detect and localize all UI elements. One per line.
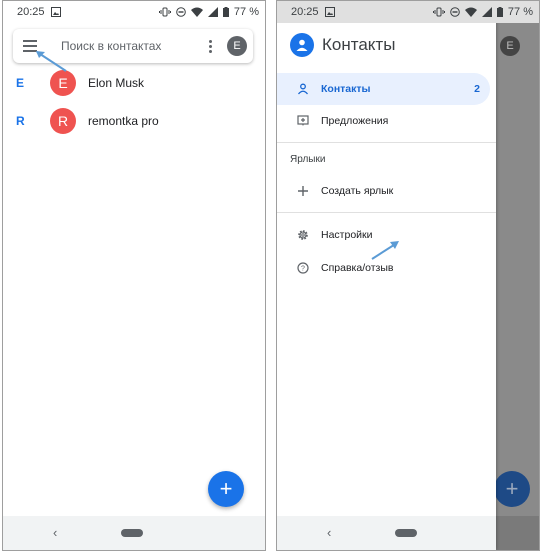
contact-name[interactable]: remontka pro (88, 114, 159, 128)
add-contact-button[interactable]: + (208, 471, 244, 507)
status-bar: 20:25 77 % (277, 1, 539, 23)
drawer-item-label: Справка/отзыв (321, 262, 394, 274)
navigation-bar-dimmed (496, 516, 539, 550)
navigation-bar: ‹ (277, 516, 496, 550)
vibrate-icon (158, 7, 171, 17)
suggestion-icon (296, 114, 310, 128)
back-icon[interactable]: ‹ (327, 525, 331, 540)
plus-icon (296, 184, 310, 198)
divider (277, 212, 496, 213)
hamburger-menu-icon[interactable] (23, 36, 43, 56)
labels-heading: Ярлыки (290, 154, 326, 165)
drawer-item-label: Предложения (321, 115, 389, 127)
drawer-item-settings[interactable]: Настройки (277, 219, 490, 251)
person-icon (296, 82, 310, 96)
account-avatar-dimmed: E (500, 36, 520, 56)
status-time: 20:25 (291, 6, 319, 18)
signal-icon (207, 7, 218, 17)
gear-icon (296, 228, 310, 242)
drawer-item-label: Настройки (321, 229, 373, 241)
contacts-app-icon (290, 33, 314, 57)
dnd-icon (450, 7, 460, 17)
battery-icon (222, 7, 229, 17)
navigation-drawer: 20:25 77 % Контакты Контакты 2 Предложен… (277, 1, 539, 550)
drawer-header: Контакты (290, 33, 395, 57)
add-contact-button-dimmed: + (494, 471, 530, 507)
dnd-icon (176, 7, 186, 17)
scrim-overlay[interactable] (496, 1, 539, 550)
contact-avatar: R (50, 108, 76, 134)
contact-row[interactable]: R R remontka pro (3, 105, 265, 137)
drawer-item-suggestions[interactable]: Предложения (277, 105, 490, 137)
more-vert-icon[interactable] (201, 36, 219, 56)
drawer-item-label: Создать ярлык (321, 185, 394, 197)
wifi-icon (464, 7, 477, 17)
wifi-icon (190, 7, 203, 17)
help-icon: ? (296, 261, 310, 275)
search-input[interactable]: Поиск в контактах (61, 39, 201, 53)
home-pill-icon[interactable] (395, 529, 417, 537)
search-bar[interactable]: Поиск в контактах E (13, 29, 253, 63)
section-letter: E (16, 76, 25, 90)
status-time: 20:25 (17, 6, 45, 18)
battery-percent: 77 % (507, 6, 533, 18)
drawer-item-label: Контакты (321, 83, 371, 95)
home-pill-icon[interactable] (121, 529, 143, 537)
app-title: Контакты (322, 35, 396, 54)
svg-text:?: ? (301, 266, 305, 273)
navigation-bar: ‹ (3, 516, 265, 550)
drawer-item-create-label[interactable]: Создать ярлык (277, 175, 490, 207)
status-bar: 20:25 77 % (3, 1, 265, 23)
account-avatar[interactable]: E (227, 36, 247, 56)
battery-icon (496, 7, 503, 17)
divider (277, 142, 496, 143)
notification-image-icon (50, 7, 61, 17)
section-letter: R (16, 114, 25, 128)
back-icon[interactable]: ‹ (53, 525, 57, 540)
phone-screen-contacts-list: 20:25 77 % Поиск в контактах E E E Elon … (2, 0, 266, 551)
contacts-count: 2 (474, 83, 480, 95)
notification-image-icon (324, 7, 335, 17)
battery-percent: 77 % (233, 6, 259, 18)
contact-row[interactable]: E E Elon Musk (3, 67, 265, 99)
contact-avatar: E (50, 70, 76, 96)
drawer-item-help[interactable]: ? Справка/отзыв (277, 252, 490, 284)
phone-screen-navigation-drawer: E + 20:25 77 % Контакты Контакты 2 Предл… (276, 0, 540, 551)
vibrate-icon (432, 7, 445, 17)
contact-name[interactable]: Elon Musk (88, 76, 144, 90)
drawer-item-contacts[interactable]: Контакты 2 (277, 73, 490, 105)
signal-icon (481, 7, 492, 17)
